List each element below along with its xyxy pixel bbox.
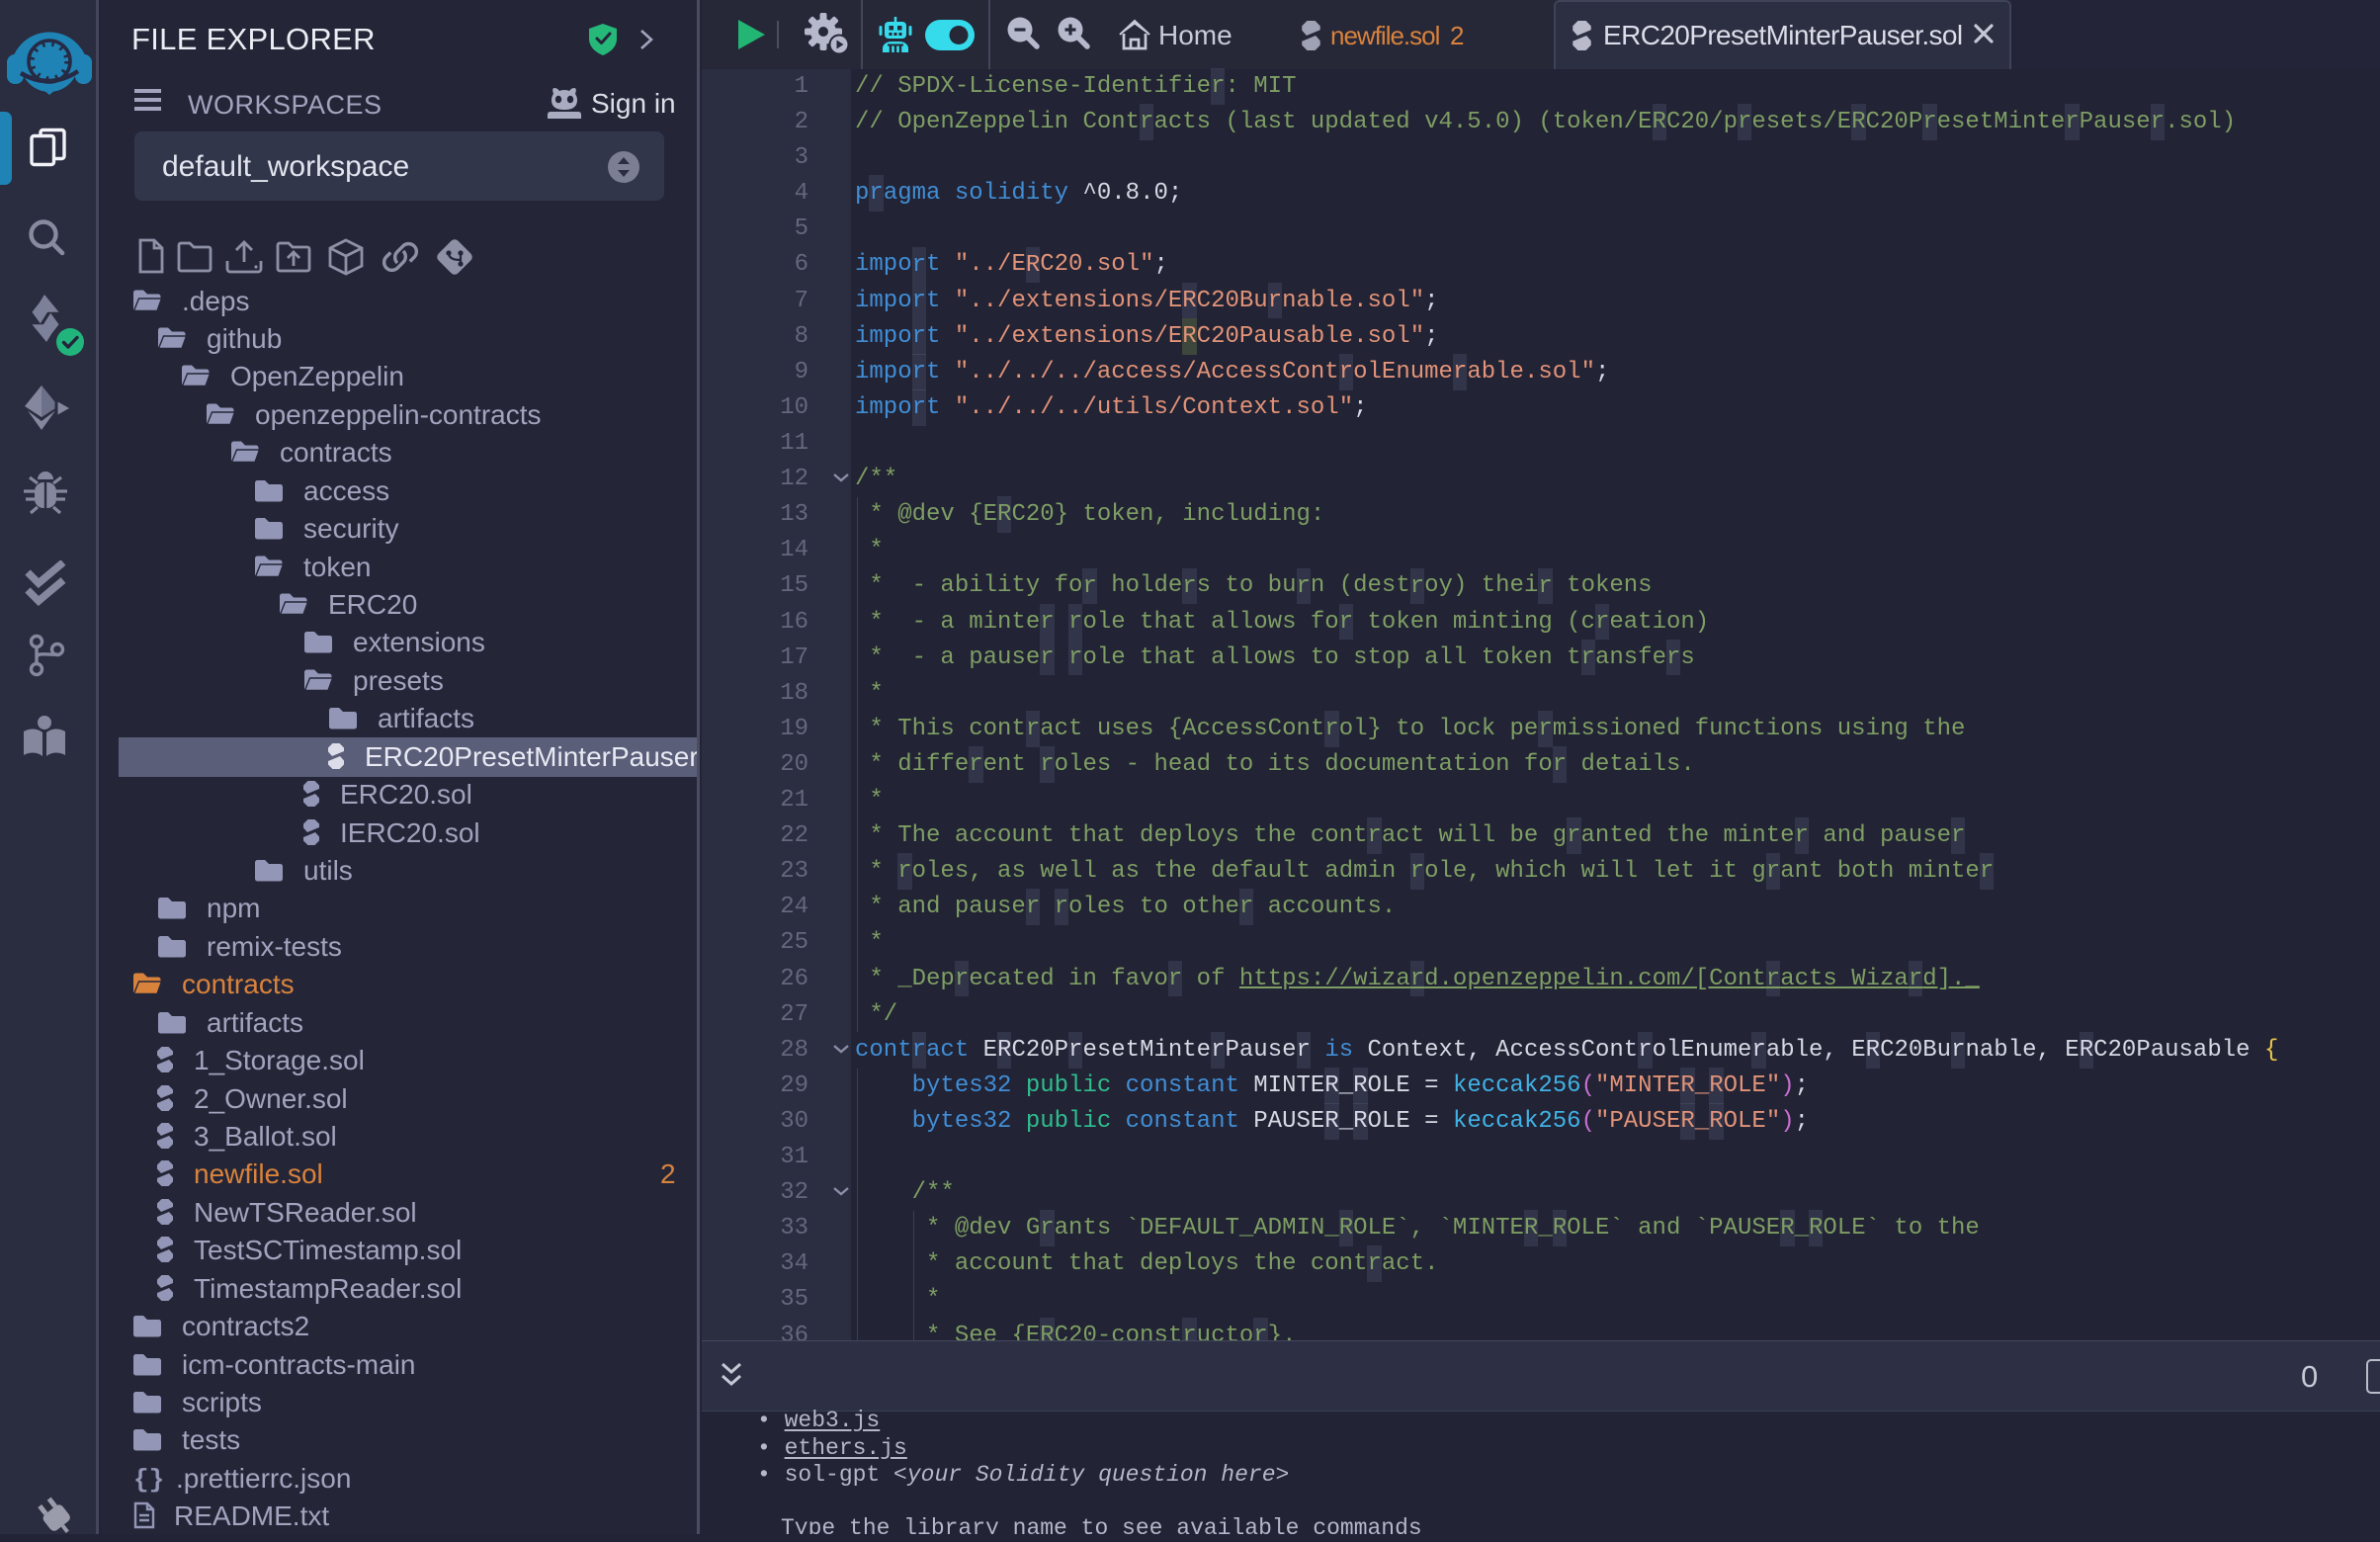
svg-text:{}: {}: [133, 1465, 162, 1493]
